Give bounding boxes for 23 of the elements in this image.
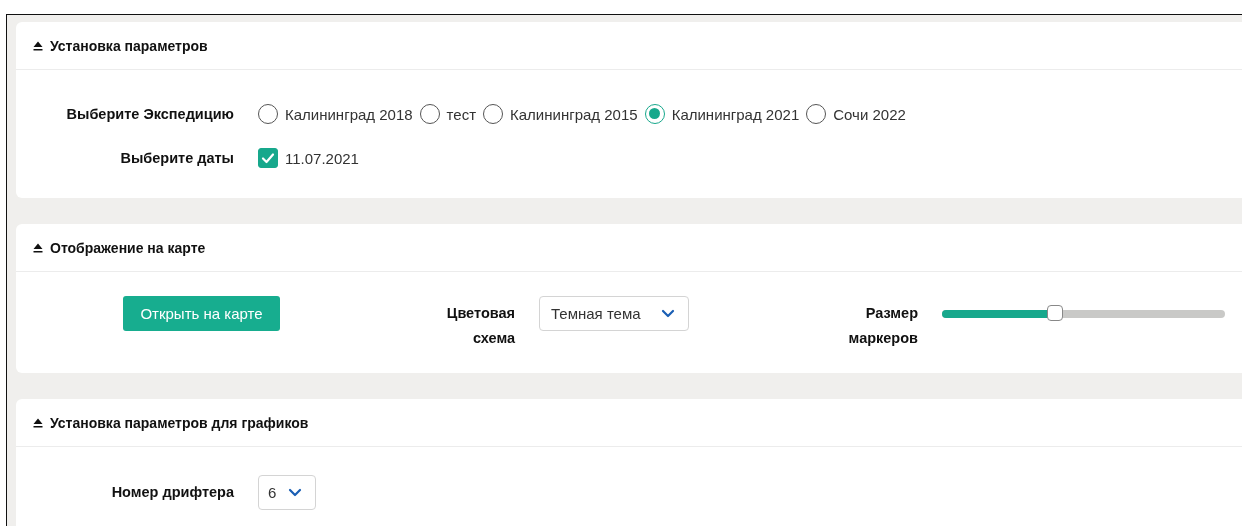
radio-option[interactable]: Калининград 2015 xyxy=(483,104,638,124)
section-header[interactable]: Установка параметров для графиков xyxy=(33,414,309,431)
field-label: Размер маркеров xyxy=(847,304,918,348)
section-header[interactable]: Отображение на карте xyxy=(33,239,206,256)
dropdown[interactable]: 6 xyxy=(258,474,316,510)
radio-option[interactable]: Калининград 2021 xyxy=(644,104,800,124)
radio-option[interactable]: тест xyxy=(419,104,477,124)
chevron-down-icon xyxy=(288,487,302,497)
slider-thumb[interactable] xyxy=(1047,305,1064,321)
dropdown[interactable]: Темная тема xyxy=(539,296,689,331)
section-header[interactable]: Установка параметров xyxy=(33,37,208,54)
checkbox-option[interactable]: 11.07.2021 xyxy=(258,148,359,168)
checkbox[interactable] xyxy=(258,148,278,168)
field-label: Выберите даты xyxy=(119,150,234,166)
field-label: Номер дрифтера xyxy=(110,484,234,500)
field-label: Цветовая схема xyxy=(445,304,515,348)
dropdown-value: 6 xyxy=(268,483,277,501)
dropdown-value: Темная тема xyxy=(551,305,641,322)
radio-option[interactable]: Сочи 2022 xyxy=(806,104,906,124)
chevron-down-icon xyxy=(661,309,675,318)
radio-option[interactable]: Калининград 2018 xyxy=(258,104,413,124)
field-label: Выберите Экспедицию xyxy=(65,106,234,122)
checkmark-icon xyxy=(261,152,275,164)
